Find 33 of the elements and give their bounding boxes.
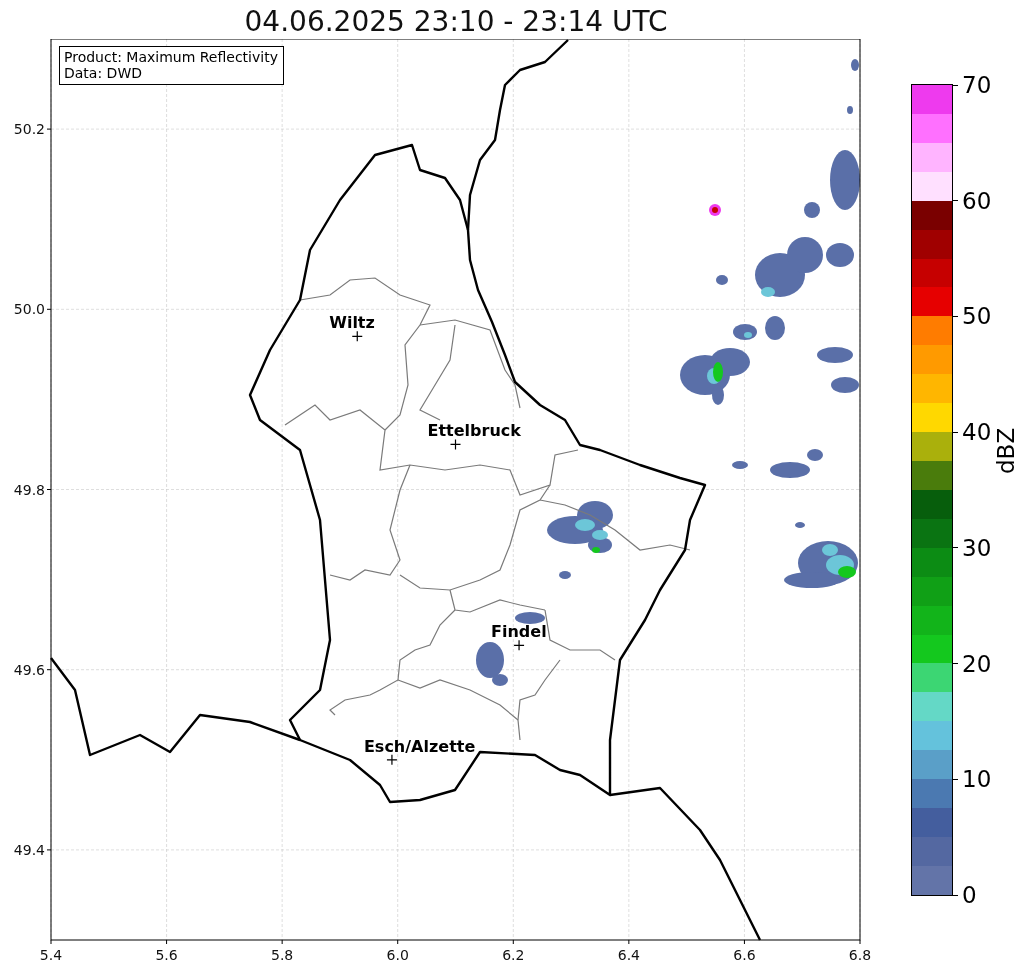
city-label: Wiltz [329, 313, 375, 333]
colorbar-tick-label: 50 [962, 303, 992, 330]
x-tick-label: 5.4 [39, 947, 63, 963]
x-tick-label: 6.0 [386, 947, 409, 963]
colorbar-label: dBZ [993, 427, 1019, 474]
city-label: Findel [491, 622, 547, 642]
colorbar-tick-label: 0 [962, 882, 977, 908]
y-tick-label: 50.0 [13, 301, 45, 318]
y-tick-label: 49.4 [13, 841, 45, 858]
y-tick-label: 50.2 [13, 121, 45, 138]
x-tick-label: 6.4 [617, 947, 640, 963]
city-marker [352, 331, 363, 342]
x-tick-label: 6.6 [733, 947, 756, 963]
x-tick-label: 6.2 [502, 947, 525, 963]
chart-title: 04.06.2025 23:10 - 23:14 UTC [243, 4, 669, 39]
x-tick-label: 6.8 [848, 947, 872, 963]
colorbar-tick-label: 60 [962, 187, 992, 214]
colorbar-tick-label: 40 [962, 419, 992, 446]
city-marker [450, 439, 461, 450]
city-marker [514, 640, 525, 651]
y-tick-label: 49.6 [13, 661, 45, 678]
info-text: Data: DWD [64, 65, 143, 81]
city-label: Esch/Alzette [363, 736, 476, 756]
x-tick-label: 5.6 [155, 947, 178, 963]
city-label: Ettelbruck [427, 421, 521, 441]
info-text: Product: Maximum Reflectivity [64, 49, 278, 65]
colorbar-tick-label: 30 [962, 534, 992, 561]
colorbar-tick-label: 20 [962, 650, 992, 677]
colorbar-tick-label: 70 [962, 72, 992, 98]
x-tick-label: 5.8 [271, 947, 294, 963]
city-marker [386, 754, 397, 765]
colorbar-tick-label: 10 [962, 766, 992, 793]
y-tick-label: 49.8 [13, 481, 45, 498]
